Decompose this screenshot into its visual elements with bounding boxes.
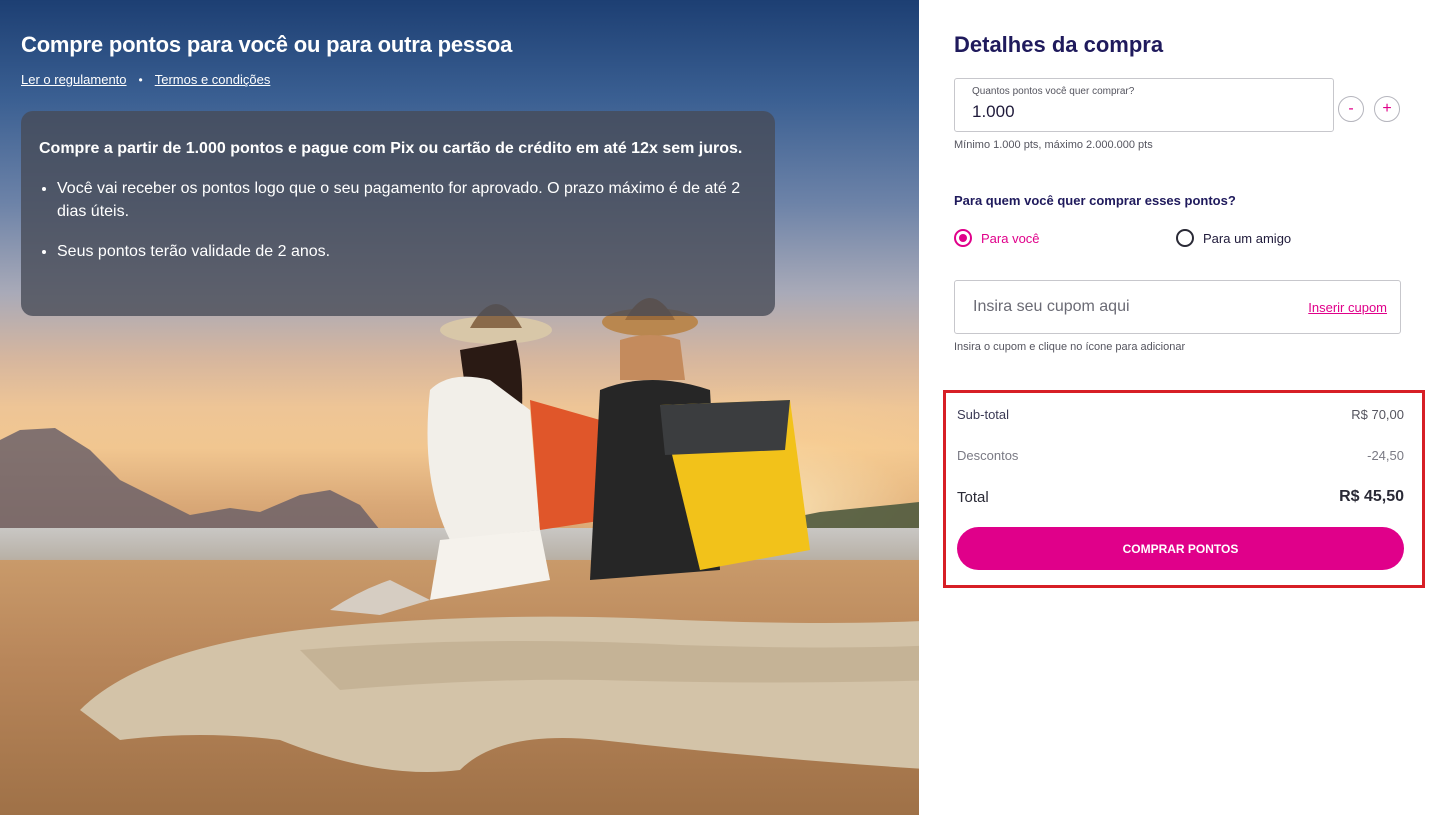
driftwood-log — [80, 616, 919, 772]
radio-for-friend[interactable]: Para um amigo — [1176, 229, 1291, 247]
rules-link[interactable]: Ler o regulamento — [21, 72, 127, 87]
points-quantity-hint: Mínimo 1.000 pts, máximo 2.000.000 pts — [954, 139, 1153, 151]
subtotal-value: R$ 70,00 — [1351, 407, 1404, 422]
discount-row: Descontos -24,50 — [957, 448, 1404, 463]
link-separator: • — [138, 72, 143, 87]
info-headline: Compre a partir de 1.000 pontos e pague … — [39, 140, 743, 157]
radio-for-you-label: Para você — [981, 230, 1040, 246]
buy-points-button[interactable]: COMPRAR PONTOS — [957, 527, 1404, 570]
total-row: Total R$ 45,50 — [957, 488, 1404, 506]
coupon-hint: Insira o cupom e clique no ícone para ad… — [954, 341, 1186, 353]
subtotal-row: Sub-total R$ 70,00 — [957, 407, 1404, 422]
points-quantity-label: Quantos pontos você quer comprar? — [972, 86, 1135, 97]
info-box: Compre a partir de 1.000 pontos e pague … — [21, 111, 775, 316]
discount-label: Descontos — [957, 448, 1019, 463]
purchase-panel: Detalhes da compra Quantos pontos você q… — [919, 0, 1449, 815]
terms-link[interactable]: Termos e condições — [155, 72, 271, 87]
radio-for-you[interactable]: Para você — [954, 229, 1040, 247]
panel-title: Detalhes da compra — [954, 32, 1164, 57]
hero-section: Compre pontos para você ou para outra pe… — [0, 0, 919, 815]
coupon-input[interactable] — [973, 298, 1273, 316]
recipient-question: Para quem você quer comprar esses pontos… — [954, 193, 1236, 208]
points-quantity-field[interactable]: Quantos pontos você quer comprar? 1.000 — [954, 78, 1334, 132]
radio-checked-icon[interactable] — [954, 229, 972, 247]
radio-for-friend-label: Para um amigo — [1203, 230, 1292, 246]
info-list: Você vai receber os pontos logo que o se… — [39, 177, 757, 263]
subtotal-label: Sub-total — [957, 407, 1010, 422]
coupon-field: Inserir cupom — [954, 280, 1401, 334]
increase-button[interactable]: + — [1374, 96, 1400, 122]
points-quantity-value[interactable]: 1.000 — [972, 102, 1316, 122]
insert-coupon-link[interactable]: Inserir cupom — [1308, 300, 1387, 315]
radio-unchecked-icon[interactable] — [1176, 229, 1194, 247]
hero-links: Ler o regulamento • Termos e condições — [21, 72, 270, 87]
discount-value: -24,50 — [1367, 448, 1404, 463]
hero-title: Compre pontos para você ou para outra pe… — [21, 32, 513, 57]
info-item-approval: Você vai receber os pontos logo que o se… — [57, 177, 757, 223]
total-label: Total — [957, 488, 989, 506]
total-value: R$ 45,50 — [1339, 488, 1404, 505]
travelers-illustration — [330, 298, 810, 615]
decrease-button[interactable]: - — [1338, 96, 1364, 122]
order-summary: Sub-total R$ 70,00 Descontos -24,50 Tota… — [943, 390, 1425, 588]
info-item-validity: Seus pontos terão validade de 2 anos. — [57, 240, 757, 263]
